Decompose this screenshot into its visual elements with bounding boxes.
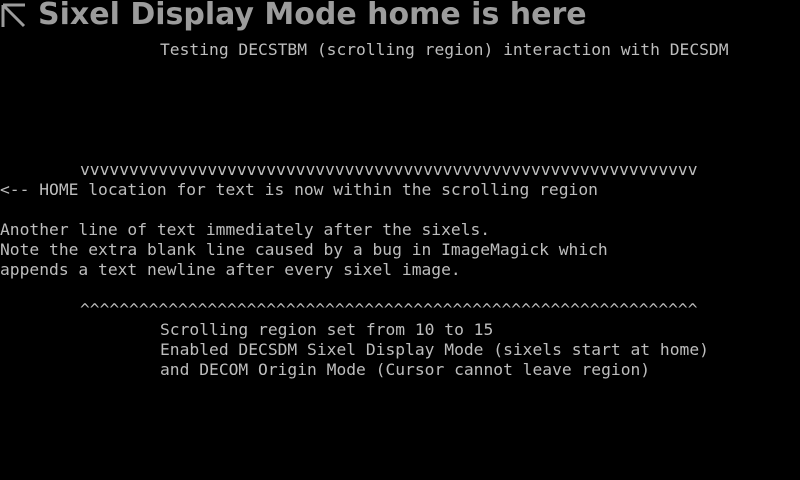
terminal-line-decsdm-info: Enabled DECSDM Sixel Display Mode (sixel… xyxy=(160,340,709,359)
terminal-line-region-info: Scrolling region set from 10 to 15 xyxy=(160,320,494,339)
terminal-screen: Sixel Display Mode home is here Testing … xyxy=(0,0,800,480)
arrow-up-left-icon xyxy=(0,0,34,30)
terminal-line-bug-note-2: appends a text newline after every sixel… xyxy=(0,260,461,279)
terminal-line-down-markers: vvvvvvvvvvvvvvvvvvvvvvvvvvvvvvvvvvvvvvvv… xyxy=(80,160,698,179)
terminal-line-bug-note-1: Note the extra blank line caused by a bu… xyxy=(0,240,608,259)
terminal-line-after-sixels: Another line of text immediately after t… xyxy=(0,220,491,239)
terminal-line-decom-info: and DECOM Origin Mode (Cursor cannot lea… xyxy=(160,360,651,379)
terminal-line-header: Testing DECSTBM (scrolling region) inter… xyxy=(160,40,729,59)
sixel-title-text: Sixel Display Mode home is here xyxy=(38,0,587,32)
terminal-line-up-markers: ^^^^^^^^^^^^^^^^^^^^^^^^^^^^^^^^^^^^^^^^… xyxy=(80,300,698,319)
sixel-image: Sixel Display Mode home is here xyxy=(0,0,587,30)
terminal-line-home-note: <-- HOME location for text is now within… xyxy=(0,180,598,199)
